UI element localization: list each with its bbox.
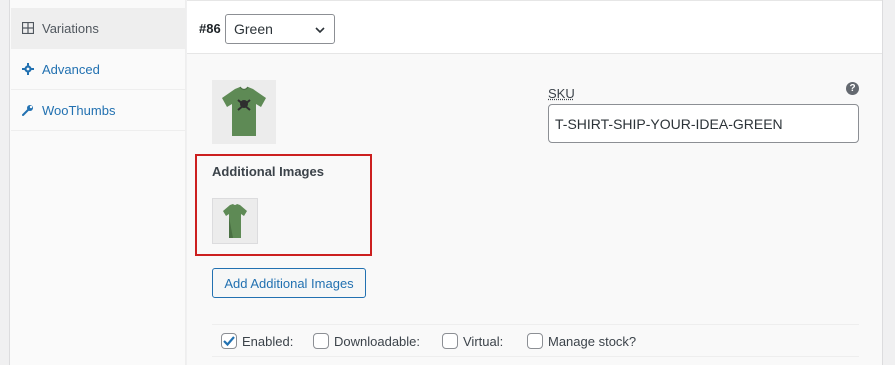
grid-icon	[22, 22, 34, 34]
gear-icon	[22, 63, 34, 75]
sidebar-edge	[0, 0, 10, 365]
sku-input[interactable]	[548, 104, 859, 143]
tshirt-image	[222, 86, 266, 136]
sidebar-item-label: Advanced	[42, 61, 100, 77]
enabled-option[interactable]: Enabled:	[221, 333, 293, 349]
virtual-checkbox[interactable]	[442, 333, 458, 349]
enabled-checkbox[interactable]	[221, 333, 237, 349]
downloadable-checkbox[interactable]	[313, 333, 329, 349]
additional-images-title: Additional Images	[212, 164, 324, 179]
additional-image-thumbnail[interactable]	[212, 198, 258, 244]
help-icon[interactable]: ?	[846, 82, 859, 95]
virtual-option[interactable]: Virtual:	[442, 333, 503, 349]
downloadable-label: Downloadable:	[334, 333, 421, 349]
sidebar-item-variations[interactable]: Variations	[11, 8, 186, 49]
sidebar-item-label: Variations	[42, 20, 99, 36]
tshirt-image	[223, 204, 247, 238]
manage-stock-option[interactable]: Manage stock?	[527, 333, 636, 349]
sidebar-item-woothumbs[interactable]: WooThumbs	[11, 90, 186, 131]
chevron-down-icon	[314, 23, 326, 39]
manage-stock-label: Manage stock?	[548, 333, 637, 349]
enabled-label: Enabled:	[242, 333, 294, 349]
virtual-label: Virtual:	[463, 333, 504, 349]
select-value: Green	[234, 21, 273, 37]
add-additional-images-button[interactable]: Add Additional Images	[212, 268, 366, 298]
variation-attribute-select[interactable]: Green	[225, 14, 335, 44]
downloadable-option[interactable]: Downloadable:	[313, 333, 420, 349]
checkmark-icon	[223, 336, 235, 347]
variation-image[interactable]	[212, 80, 276, 144]
variation-options-row: Enabled: Downloadable: Virtual: Manage s…	[212, 324, 859, 357]
variation-panel: #86 Green SKU ? Additional Images Add	[187, 0, 882, 365]
product-data-sidebar: Variations Advanced WooThumbs	[0, 0, 186, 365]
scrollbar-track[interactable]	[882, 0, 895, 365]
variation-number: #86	[199, 21, 221, 36]
manage-stock-checkbox[interactable]	[527, 333, 543, 349]
sidebar-item-advanced[interactable]: Advanced	[11, 49, 186, 90]
wrench-icon	[22, 104, 34, 116]
variation-header: #86 Green	[187, 0, 882, 54]
sidebar-item-label: WooThumbs	[42, 102, 116, 118]
sku-label: SKU	[548, 86, 575, 101]
